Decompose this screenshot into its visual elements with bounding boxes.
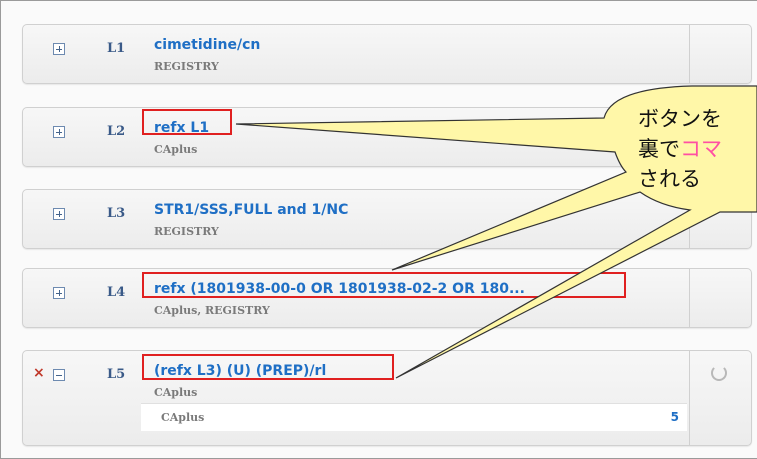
callout-text: ボタンを 裏でコマ される — [638, 104, 757, 194]
callout-line-2: 裏でコマ — [638, 134, 757, 164]
callout-line-2-part-b: コマ — [680, 137, 722, 161]
callout-line-3: される — [638, 167, 701, 191]
callout-bubble — [235, 85, 757, 379]
callout-line-1: ボタンを — [638, 107, 722, 131]
callout-line-2-part-a: 裏で — [638, 137, 680, 161]
